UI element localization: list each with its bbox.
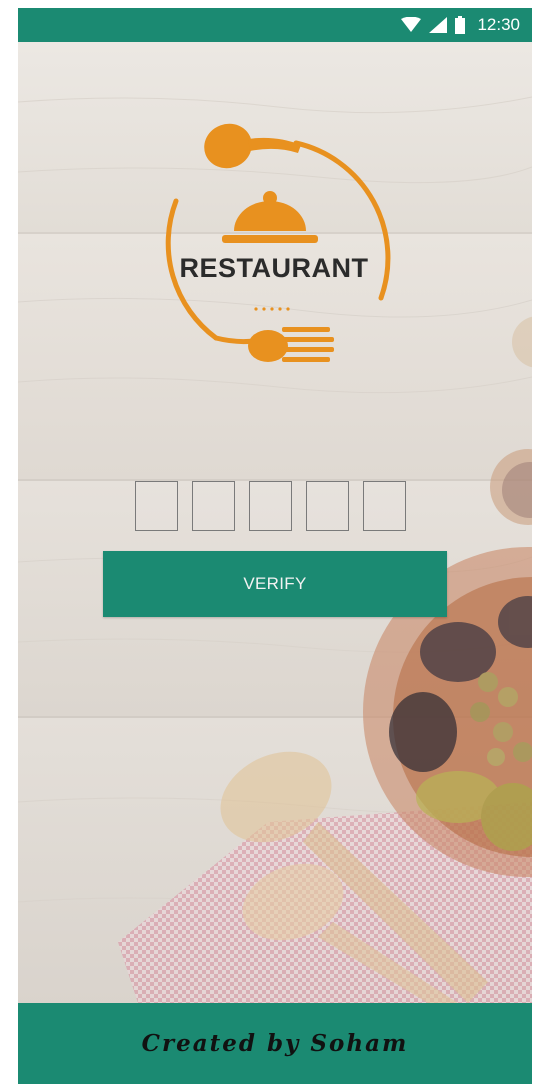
footer-bar: Created by Soham: [18, 1003, 532, 1084]
code-digit-1[interactable]: [135, 481, 178, 531]
restaurant-emblem-icon: [165, 123, 391, 362]
verify-button[interactable]: VERIFY: [103, 551, 447, 617]
wifi-icon: [401, 17, 422, 32]
app-screen: 12:30 RESTAURANT VERIFY Created by Soham: [18, 8, 532, 1084]
signal-icon: [429, 17, 448, 33]
status-time: 12:30: [477, 15, 520, 34]
footer-credit: Created by Soham: [141, 1030, 409, 1057]
battery-icon: [455, 16, 466, 34]
verification-code-row: [135, 481, 406, 531]
logo-text: RESTAURANT: [179, 253, 369, 283]
restaurant-logo: RESTAURANT: [136, 113, 404, 383]
status-icons: 12:30: [401, 8, 520, 42]
code-digit-2[interactable]: [192, 481, 235, 531]
code-digit-3[interactable]: [249, 481, 292, 531]
code-digit-5[interactable]: [363, 481, 406, 531]
status-bar: 12:30: [18, 8, 532, 42]
code-digit-4[interactable]: [306, 481, 349, 531]
